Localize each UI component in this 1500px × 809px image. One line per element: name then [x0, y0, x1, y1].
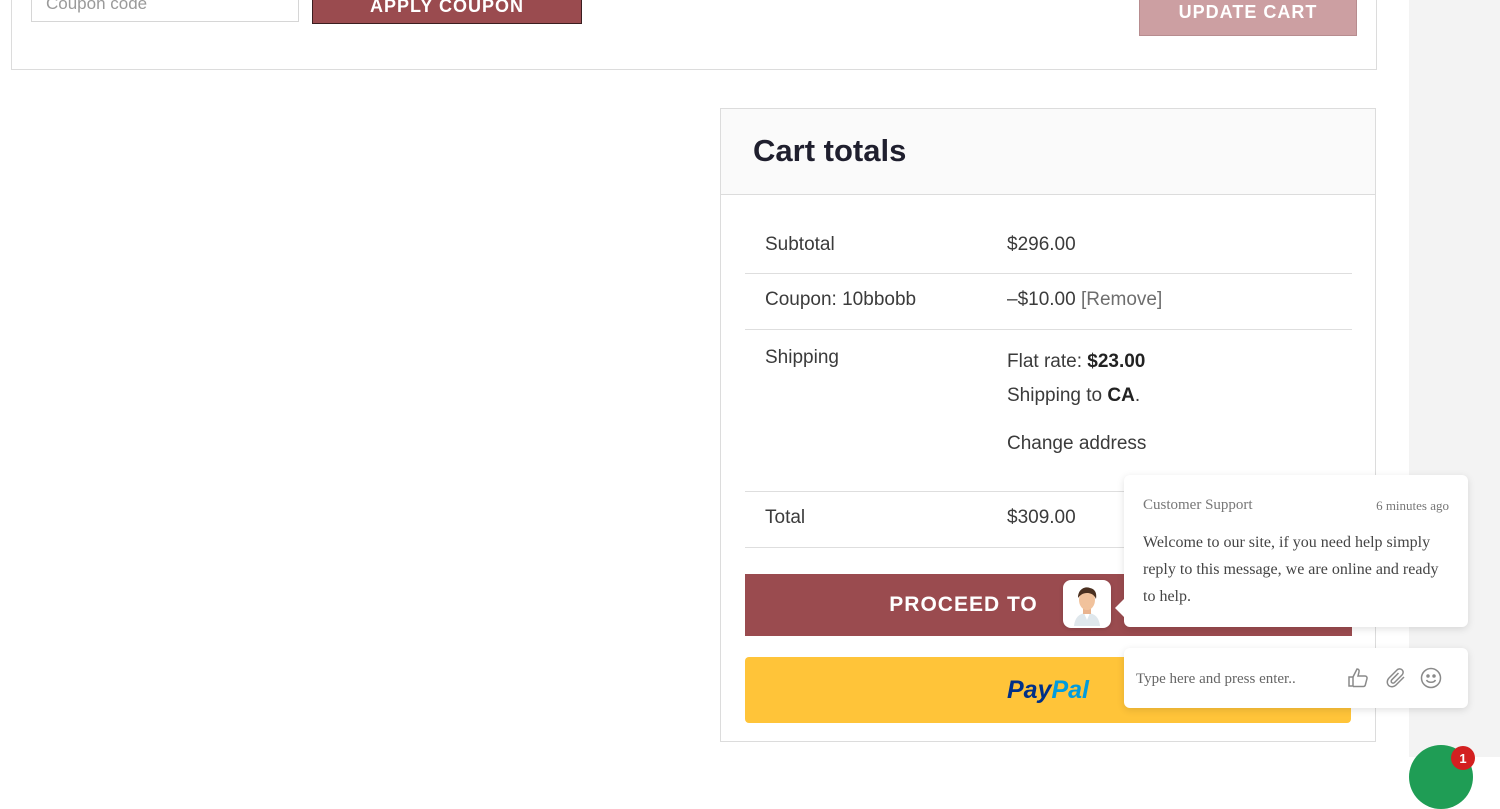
- coupon-label: Coupon: 10bbobb: [765, 289, 917, 310]
- cart-totals-title: Cart totals: [753, 133, 907, 168]
- chat-message-text: Welcome to our site, if you need help si…: [1143, 534, 1439, 605]
- update-cart-label: UPDATE CART: [1178, 1, 1318, 22]
- subtotal-value: $296.00: [1007, 234, 1076, 255]
- chat-input-bar: [1124, 648, 1468, 708]
- shipping-destination-suffix: .: [1134, 385, 1141, 406]
- coupon-discount-value: –$10.00: [1007, 289, 1076, 310]
- chat-message-input[interactable]: [1134, 662, 1338, 696]
- page-side-strip: [1409, 0, 1500, 757]
- paypal-logo: PayPal: [1006, 675, 1089, 704]
- coupon-code-input[interactable]: [31, 0, 299, 22]
- proceed-label: PROCEED TO: [889, 593, 1038, 616]
- thumbs-up-icon[interactable]: [1346, 666, 1370, 690]
- chat-message-bubble: Customer Support 6 minutes ago Welcome t…: [1115, 475, 1468, 627]
- shipping-destination-prefix: Shipping to: [1007, 385, 1103, 406]
- paperclip-icon[interactable]: [1384, 666, 1408, 690]
- total-value: $309.00: [1007, 507, 1076, 528]
- coupon-row: Coupon: 10bbobb –$10.00 [Remove]: [745, 274, 1352, 330]
- shipping-row: Shipping Flat rate: $23.00 Shipping to C…: [745, 330, 1352, 492]
- change-address-link[interactable]: Change address: [1007, 433, 1146, 455]
- cart-totals-panel: Cart totals Subtotal $296.00 Coupon: 10b…: [720, 108, 1376, 742]
- agent-avatar-icon: [1074, 587, 1100, 626]
- apply-coupon-label: APPLY COUPON: [369, 0, 525, 16]
- smiley-icon[interactable]: [1419, 666, 1443, 690]
- subtotal-row: Subtotal $296.00: [745, 218, 1352, 274]
- chat-unread-badge: 1: [1451, 746, 1475, 770]
- shipping-method-label: Flat rate:: [1007, 351, 1082, 372]
- shipping-method-price: $23.00: [1087, 351, 1146, 372]
- update-cart-button[interactable]: UPDATE CART: [1139, 0, 1357, 36]
- shipping-label: Shipping: [765, 347, 839, 368]
- total-label: Total: [765, 507, 806, 528]
- subtotal-label: Subtotal: [765, 234, 835, 255]
- apply-coupon-button[interactable]: APPLY COUPON: [312, 0, 582, 24]
- shipping-method: Flat rate: $23.00: [1007, 351, 1145, 373]
- support-agent-avatar[interactable]: [1063, 580, 1111, 628]
- cart-totals-header: Cart totals: [721, 109, 1375, 195]
- chat-agent-name: Customer Support: [1143, 497, 1253, 513]
- remove-coupon-link[interactable]: [Remove]: [1081, 289, 1162, 310]
- chat-message-time: 6 minutes ago: [1376, 498, 1449, 513]
- shipping-destination: Shipping to CA.: [1007, 385, 1140, 407]
- shipping-destination-value: CA: [1107, 385, 1135, 406]
